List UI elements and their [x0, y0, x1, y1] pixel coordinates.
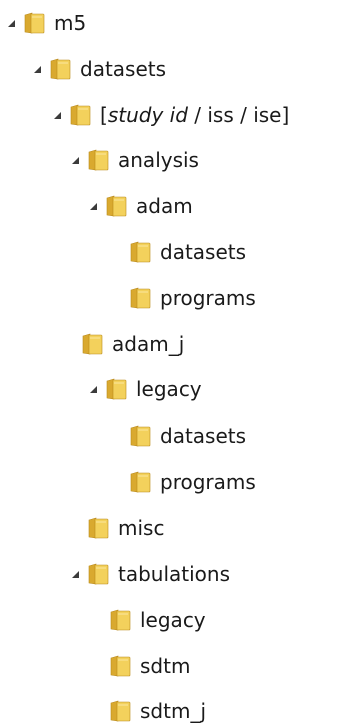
tree-item-label: misc: [118, 516, 165, 540]
expanded-triangle-icon[interactable]: [6, 18, 16, 28]
expanded-triangle-icon[interactable]: [70, 569, 80, 579]
folder-tree: m5 datasets [study id / iss / ise] analy…: [0, 0, 342, 727]
tree-item-adam[interactable]: adam: [88, 191, 193, 221]
tree-item-adam-j[interactable]: adam_j: [64, 329, 184, 359]
tree-item-label: datasets: [160, 424, 247, 448]
tree-item-label: adam_j: [112, 332, 185, 356]
folder-icon: [128, 424, 152, 448]
tree-item-label: legacy: [140, 608, 206, 632]
tree-item-label: sdtm: [140, 654, 191, 678]
expanded-triangle-icon[interactable]: [52, 110, 62, 120]
expanded-triangle-icon[interactable]: [32, 64, 42, 74]
tree-item-label: m5: [54, 11, 87, 35]
tree-item-programs[interactable]: programs: [112, 283, 256, 313]
folder-icon: [108, 608, 132, 632]
tree-item-label: adam: [136, 194, 193, 218]
tree-item-legacy[interactable]: legacy: [92, 605, 206, 635]
tree-item-label: programs: [160, 286, 256, 310]
tree-item-datasets[interactable]: datasets: [112, 421, 246, 451]
folder-icon: [86, 562, 110, 586]
tree-item-label: programs: [160, 470, 256, 494]
folder-icon: [86, 516, 110, 540]
tree-item-label: sdtm_j: [140, 699, 206, 723]
folder-icon: [86, 148, 110, 172]
tree-item-label: analysis: [118, 148, 199, 172]
tree-item-datasets[interactable]: datasets: [112, 237, 246, 267]
tree-item-sdtm[interactable]: sdtm: [92, 651, 190, 681]
tree-item-label: [study id / iss / ise]: [100, 103, 290, 127]
expanded-triangle-icon[interactable]: [88, 201, 98, 211]
tree-item-label: tabulations: [118, 562, 231, 586]
folder-icon: [80, 332, 104, 356]
folder-icon: [128, 240, 152, 264]
folder-icon: [104, 194, 128, 218]
folder-icon: [22, 11, 46, 35]
tree-item-label: datasets: [80, 57, 167, 81]
folder-icon: [48, 57, 72, 81]
folder-icon: [104, 377, 128, 401]
tree-item-tabulations[interactable]: tabulations: [70, 559, 230, 589]
tree-item-label: datasets: [160, 240, 247, 264]
tree-item-analysis[interactable]: analysis: [70, 145, 199, 175]
folder-icon: [128, 286, 152, 310]
expanded-triangle-icon[interactable]: [88, 384, 98, 394]
tree-item-sdtm-j[interactable]: sdtm_j: [92, 696, 206, 726]
tree-item-m5[interactable]: m5: [6, 8, 86, 38]
tree-item-datasets[interactable]: datasets: [32, 54, 166, 84]
folder-icon: [108, 654, 132, 678]
folder-icon: [128, 470, 152, 494]
tree-item-legacy[interactable]: legacy: [88, 374, 202, 404]
tree-item-misc[interactable]: misc: [70, 513, 164, 543]
tree-item-label: legacy: [136, 377, 202, 401]
tree-item-programs[interactable]: programs: [112, 467, 256, 497]
folder-icon: [68, 103, 92, 127]
folder-icon: [108, 699, 132, 723]
tree-item-study-id-iss-ise[interactable]: [study id / iss / ise]: [52, 100, 289, 130]
expanded-triangle-icon[interactable]: [70, 155, 80, 165]
